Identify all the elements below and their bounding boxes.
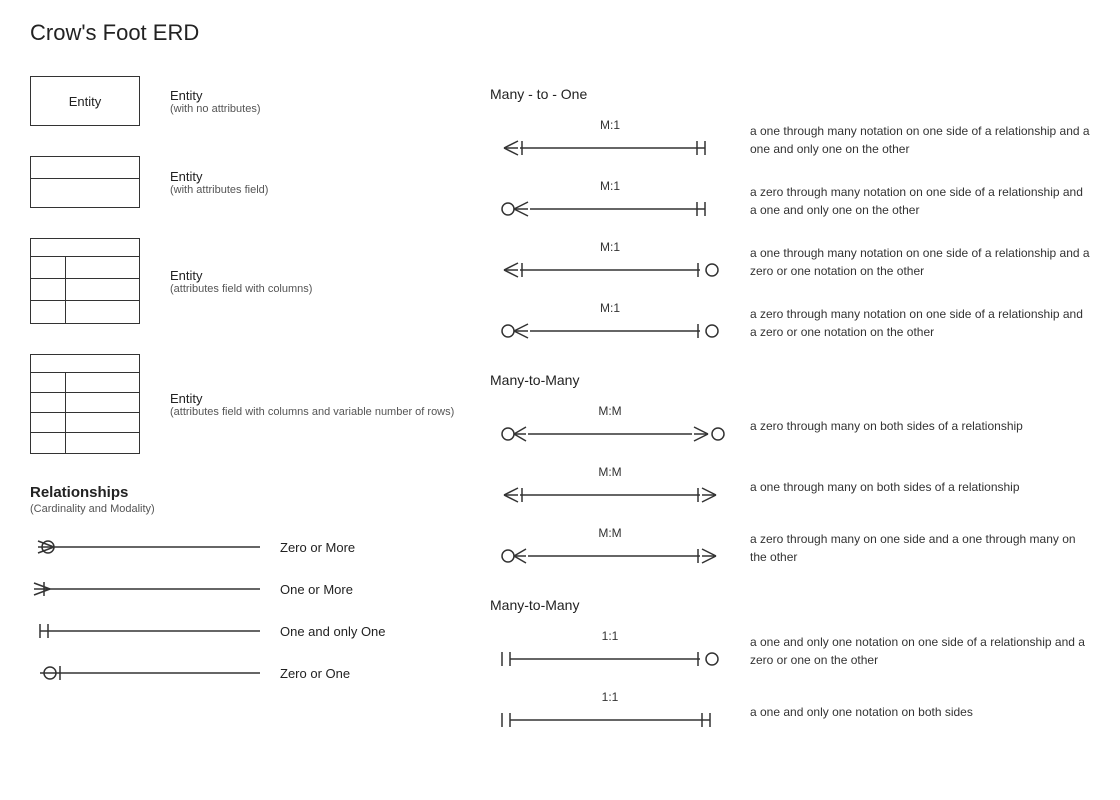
m1-line-2: M:1 [490,240,730,283]
11-svg-1 [490,707,730,733]
mm-row-0: M:M a zero through [490,404,1090,447]
11-row-1: 1:1 a one and only one notation on both … [490,690,1090,733]
entity-sub-3: (attributes field with columns and varia… [170,406,454,418]
entity-row-simple: Entity Entity (with no attributes) [30,76,490,126]
m1-desc-1: a zero through many notation on one side… [750,183,1090,219]
entity-name-2: Entity [170,268,312,283]
mm-desc-0: a zero through many on both sides of a r… [750,417,1023,435]
mm-line-0: M:M [490,404,730,447]
rel-one-only: One and only One [30,617,490,645]
entity-row-cols: Entity (attributes field with columns) [30,238,490,324]
11-row-0: 1:1 a one and only one notation on one s… [490,629,1090,672]
mm-desc-1: a one through many on both sides of a re… [750,478,1020,496]
entity-diagram-attrs [30,156,140,208]
entity-sub-0: (with no attributes) [170,103,260,115]
m1-label-2: M:1 [600,240,620,254]
right-panel: Many - to - One M:1 [490,76,1090,751]
m1-desc-0: a one through many notation on one side … [750,122,1090,158]
left-panel: Entity Entity (with no attributes) Entit… [30,76,490,751]
entity-label-attrs: Entity (with attributes field) [170,169,268,196]
11-desc-0: a one and only one notation on one side … [750,633,1090,669]
entity-row-varrows: Entity (attributes field with columns an… [30,354,490,454]
entity-sub-2: (attributes field with columns) [170,283,312,295]
m1-line-0: M:1 [490,118,730,161]
mm-label-1: M:M [598,465,621,479]
page-title: Crow's Foot ERD [30,20,1090,46]
rel-line-zero-or-more [30,533,270,561]
m1-row-0: M:1 a one through many notation on one s… [490,118,1090,161]
entity-label-cols: Entity (attributes field with columns) [170,268,312,295]
many-to-one-title: Many - to - One [490,86,1090,102]
mm-label-2: M:M [598,526,621,540]
entity-row-attrs: Entity (with attributes field) [30,156,490,208]
rel-line-one-only [30,617,270,645]
11-label-0: 1:1 [602,629,619,643]
rel-line-zero-or-one [30,659,270,687]
m1-row-3: M:1 a zero through many notation on one … [490,301,1090,344]
entity-label-simple: Entity (with no attributes) [170,88,260,115]
m1-line-3: M:1 [490,301,730,344]
11-desc-1: a one and only one notation on both side… [750,703,973,721]
m1-label-0: M:1 [600,118,620,132]
entity-box-simple: Entity [30,76,150,126]
m1-desc-3: a zero through many notation on one side… [750,305,1090,341]
zero-or-one-svg [30,659,270,687]
rel-line-one-or-more [30,575,270,603]
entity-name-0: Entity [170,88,260,103]
many-to-many-section: Many-to-Many M:M [490,372,1090,569]
m1-label-1: M:1 [600,179,620,193]
entity-sub-1: (with attributes field) [170,184,268,196]
rel-one-or-more: One or More [30,575,490,603]
rel-zero-or-more: Zero or More [30,533,490,561]
11-line-1: 1:1 [490,690,730,733]
rel-label-zero-or-more: Zero or More [280,540,355,555]
11-svg-0 [490,646,730,672]
mm-svg-0 [490,421,730,447]
m1-svg-1 [490,196,730,222]
mm-row-1: M:M a one through [490,465,1090,508]
entity-diagram-cols [30,238,140,324]
entity-label-varrows: Entity (attributes field with columns an… [170,391,454,418]
mm-line-1: M:M [490,465,730,508]
m1-row-2: M:1 a one through many notation on one s… [490,240,1090,283]
m1-line-1: M:1 [490,179,730,222]
mm-svg-2 [490,543,730,569]
m1-svg-0 [490,135,730,161]
many-to-many-title: Many-to-Many [490,372,1090,388]
mm-svg-1 [490,482,730,508]
entity-text: Entity [69,94,102,109]
11-line-0: 1:1 [490,629,730,672]
m1-svg-3 [490,318,730,344]
entity-box-cols [30,238,150,324]
relationships-section: Relationships (Cardinality and Modality) [30,484,490,687]
zero-or-more-svg [30,533,270,561]
mm-line-2: M:M [490,526,730,569]
mm-desc-2: a zero through many on one side and a on… [750,530,1090,566]
rel-label-zero-or-one: Zero or One [280,666,350,681]
m1-row-1: M:1 a zero through many notation on one … [490,179,1090,222]
relationships-title: Relationships [30,484,490,501]
rel-zero-or-one: Zero or One [30,659,490,687]
11-label-1: 1:1 [602,690,619,704]
mm-label-0: M:M [598,404,621,418]
m1-label-3: M:1 [600,301,620,315]
entity-name-3: Entity [170,391,454,406]
many-to-one-section: Many - to - One M:1 [490,86,1090,344]
rel-label-one-or-more: One or More [280,582,353,597]
entity-box-varrows [30,354,150,454]
m1-svg-2 [490,257,730,283]
one-only-svg [30,617,270,645]
rel-label-one-only: One and only One [280,624,386,639]
mm-row-2: M:M a zero through [490,526,1090,569]
many-to-many2-title: Many-to-Many [490,597,1090,613]
relationships-sub: (Cardinality and Modality) [30,503,490,515]
entity-diagram-simple: Entity [30,76,140,126]
entity-box-attrs [30,156,150,208]
many-to-many2-section: Many-to-Many 1:1 a one and only one [490,597,1090,733]
m1-desc-2: a one through many notation on one side … [750,244,1090,280]
entity-name-1: Entity [170,169,268,184]
one-or-more-svg [30,575,270,603]
entity-diagram-varrows [30,354,140,454]
